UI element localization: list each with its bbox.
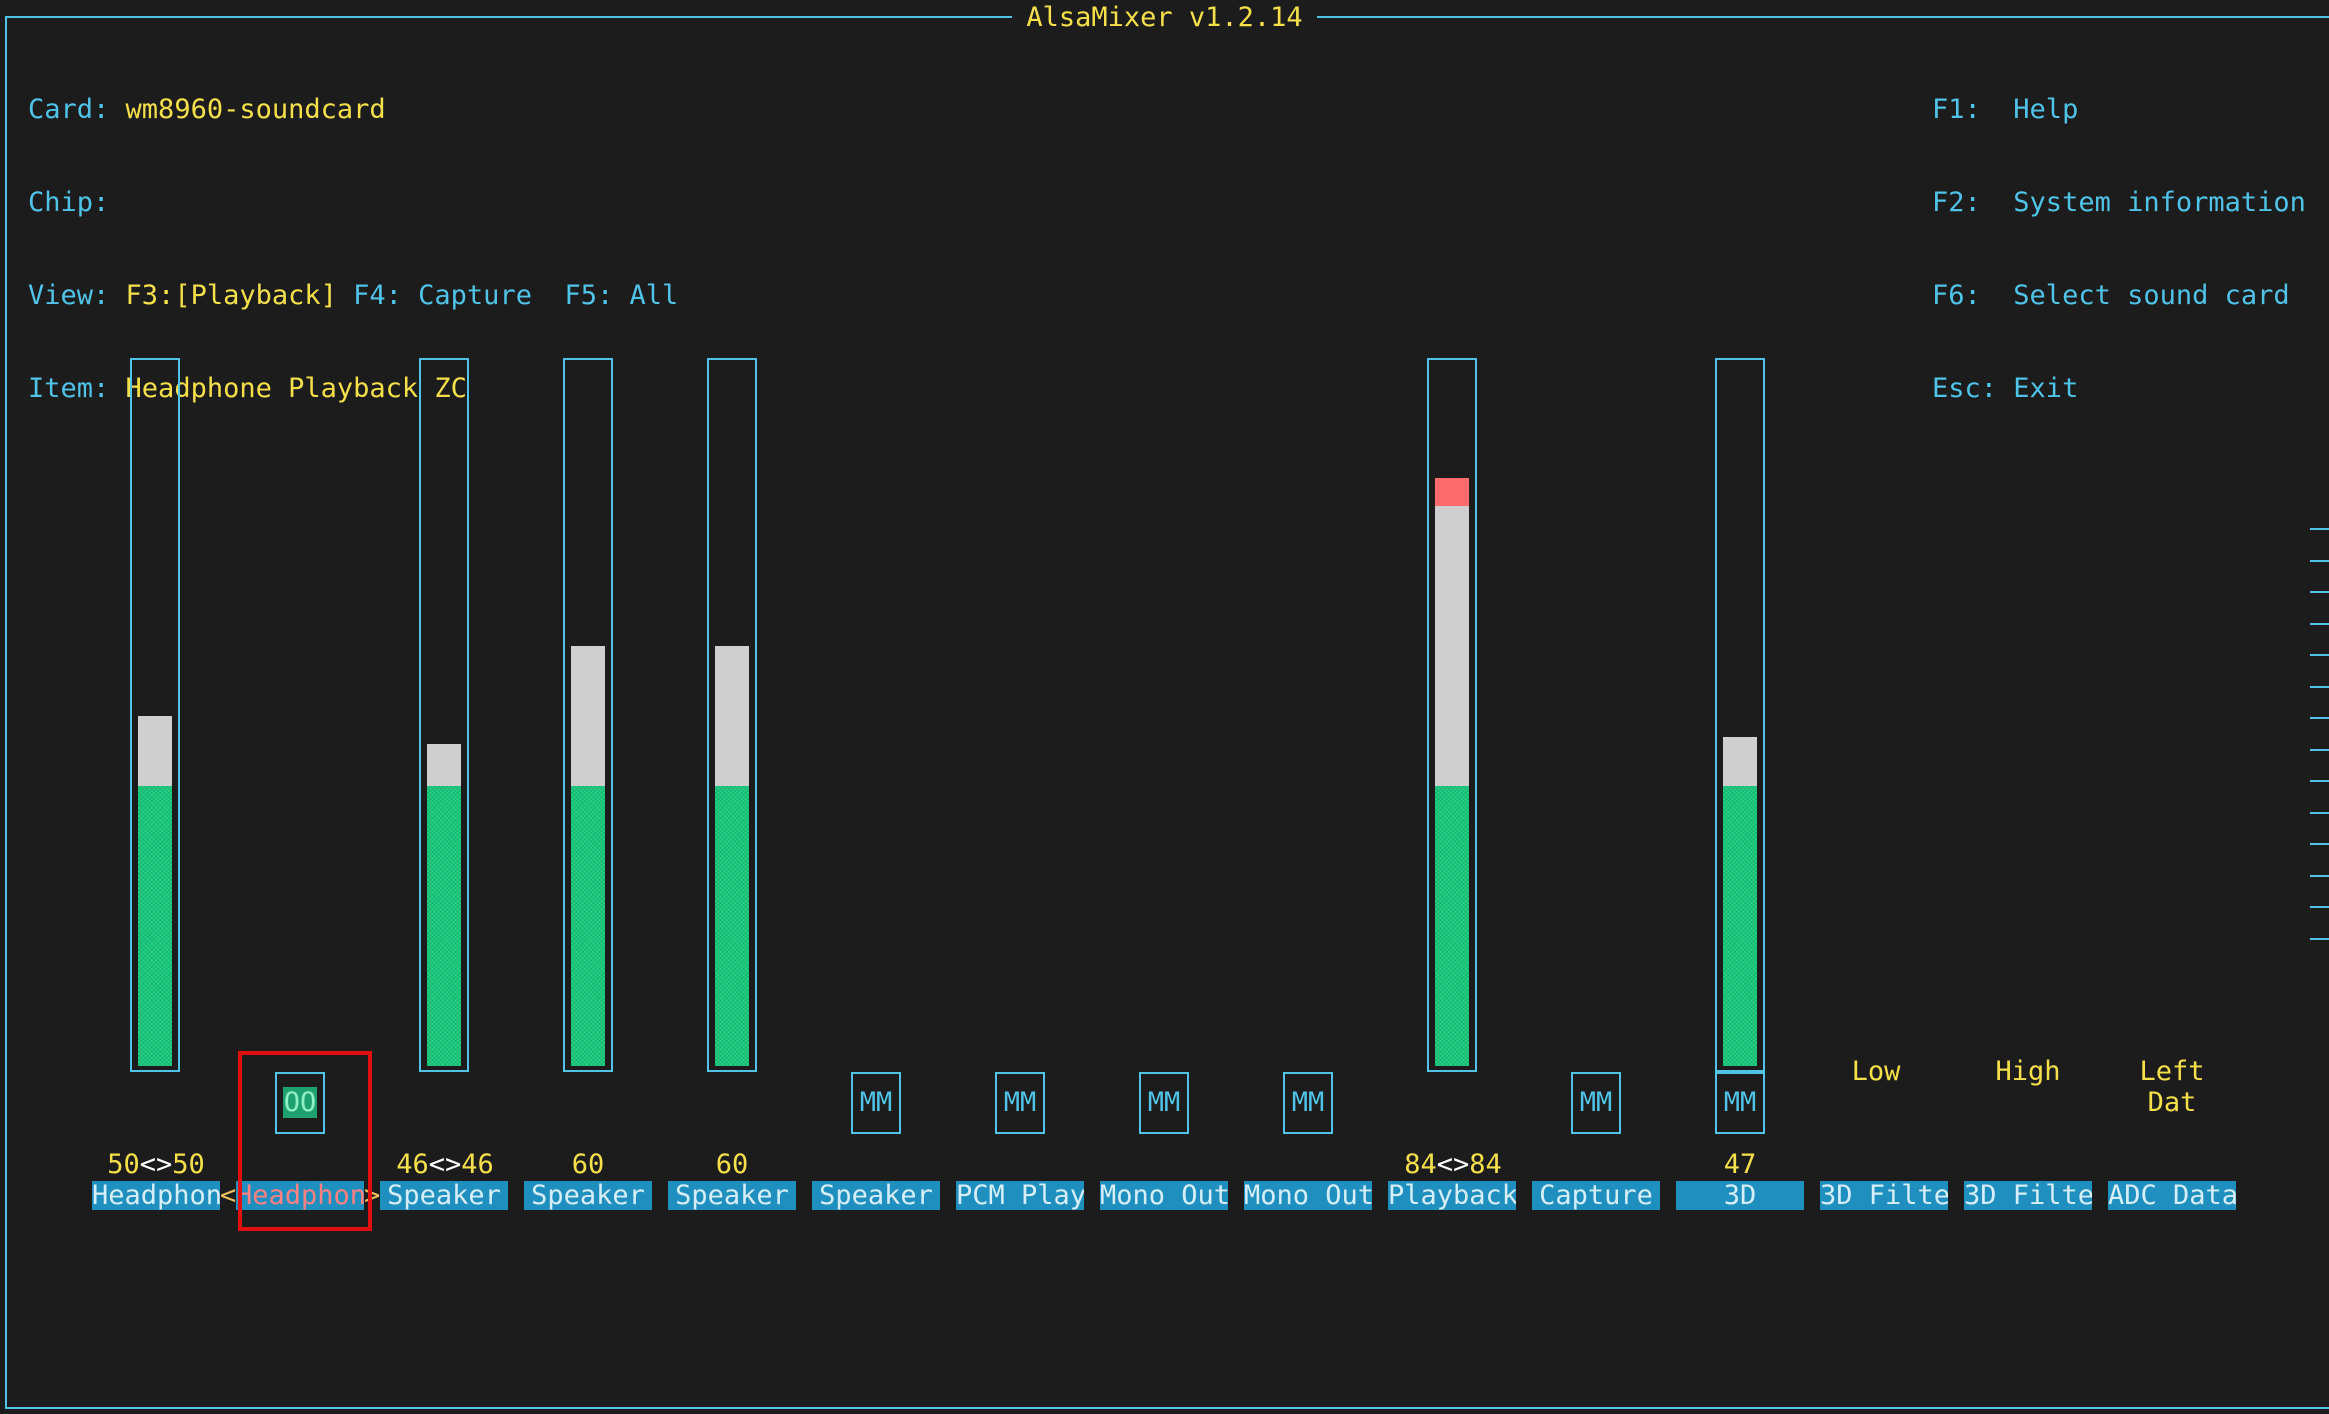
- control-label-headphone[interactable]: Headphon: [92, 1181, 220, 1210]
- selection-left-arrow: <: [220, 1180, 237, 1211]
- control-label-speaker[interactable]: Speaker: [380, 1181, 508, 1210]
- control-label-mono-out-1[interactable]: Mono Out: [1100, 1181, 1228, 1210]
- level-fill-mid: [138, 716, 172, 786]
- control-label-pcm-playback[interactable]: PCM Play: [956, 1181, 1084, 1210]
- volume-bar-playback[interactable]: [1427, 358, 1477, 1072]
- level-fill-low: [138, 786, 172, 1066]
- card-label: Card:: [28, 94, 110, 125]
- enum-value-adc-data: Left Dat: [2139, 1056, 2205, 1118]
- switch-mono-out-2[interactable]: MM: [1283, 1072, 1333, 1134]
- volume-bar-3d[interactable]: [1715, 358, 1765, 1072]
- control-label-speaker-switch[interactable]: Speaker: [812, 1181, 940, 1210]
- level-fill-low: [571, 786, 605, 1066]
- key-help-esc[interactable]: Esc: Exit: [1932, 373, 2306, 404]
- scroll-tick: [2310, 843, 2329, 845]
- level-fill-mid: [1723, 737, 1757, 786]
- switch-pcm-playback[interactable]: MM: [995, 1072, 1045, 1134]
- enum-value-3d-filter-low: Low: [1851, 1056, 1901, 1087]
- window-title: AlsaMixer v1.2.14: [0, 2, 2329, 33]
- view-label: View:: [28, 280, 110, 311]
- control-label-mono-out-2[interactable]: Mono Out: [1244, 1181, 1372, 1210]
- card-value: wm8960-soundcard: [125, 94, 386, 125]
- volume-value-3d: 47: [1723, 1149, 1757, 1180]
- level-fill-low: [427, 786, 461, 1066]
- view-all[interactable]: F5: All: [564, 280, 678, 311]
- level-fill-low: [1723, 786, 1757, 1066]
- scroll-tick: [2310, 717, 2329, 719]
- scroll-tick: [2310, 591, 2329, 593]
- scroll-tick: [2310, 906, 2329, 908]
- level-fill-mid: [427, 744, 461, 786]
- volume-bar-speaker-dc[interactable]: [707, 358, 757, 1072]
- control-label-3d-filter-low[interactable]: 3D Filte: [1820, 1181, 1948, 1210]
- scroll-tick: [2310, 748, 2329, 751]
- control-label-3d-filter-high[interactable]: 3D Filte: [1964, 1181, 2092, 1210]
- view-playback[interactable]: F3:[Playback]: [126, 280, 337, 311]
- volume-bar-headphone[interactable]: [130, 358, 180, 1072]
- scroll-tick: [2310, 780, 2329, 782]
- level-fill-high: [1435, 478, 1469, 506]
- level-fill-mid: [571, 646, 605, 786]
- level-fill-low: [715, 786, 749, 1066]
- volume-value-speaker: 46<>46: [396, 1149, 494, 1180]
- scroll-tick: [2310, 622, 2329, 625]
- scroll-tick: [2310, 685, 2329, 688]
- volume-value-headphone: 50<>50: [107, 1149, 205, 1180]
- switch-mono-out-1[interactable]: MM: [1139, 1072, 1189, 1134]
- switch-capture[interactable]: MM: [1571, 1072, 1621, 1134]
- key-help-f1[interactable]: F1: Help: [1932, 94, 2306, 125]
- volume-value-playback: 84<>84: [1404, 1149, 1502, 1180]
- scroll-tick: [2310, 559, 2329, 562]
- key-help-f6[interactable]: F6: Select sound card: [1932, 280, 2306, 311]
- control-label-speaker-ac[interactable]: Speaker: [524, 1181, 652, 1210]
- switch-speaker[interactable]: MM: [851, 1072, 901, 1134]
- volume-value-speaker-dc: 60: [715, 1149, 749, 1180]
- enum-value-3d-filter-high: High: [1995, 1056, 2061, 1087]
- scroll-tick: [2310, 811, 2329, 814]
- control-label-playback[interactable]: Playback: [1388, 1181, 1516, 1210]
- control-label-3d[interactable]: 3D: [1676, 1181, 1804, 1210]
- key-help: F1: Help F2: System information F6: Sele…: [1932, 32, 2306, 435]
- scroll-tick: [2310, 874, 2329, 877]
- control-label-capture[interactable]: Capture: [1532, 1181, 1660, 1210]
- chip-label: Chip:: [28, 187, 110, 218]
- control-label-adc-data[interactable]: ADC Data: [2108, 1181, 2236, 1210]
- item-label: Item:: [28, 373, 110, 404]
- selection-highlight: [238, 1051, 372, 1231]
- level-fill-mid: [1435, 506, 1469, 786]
- volume-bar-speaker[interactable]: [419, 358, 469, 1072]
- scroll-tick: [2310, 654, 2329, 656]
- level-fill-low: [1435, 786, 1469, 1066]
- control-label-speaker-dc[interactable]: Speaker: [668, 1181, 796, 1210]
- scroll-tick: [2310, 528, 2329, 530]
- volume-value-speaker-ac: 60: [571, 1149, 605, 1180]
- scroll-tick: [2310, 937, 2329, 940]
- view-capture[interactable]: F4: Capture: [353, 280, 532, 311]
- switch-3d[interactable]: MM: [1715, 1072, 1765, 1134]
- key-help-f2[interactable]: F2: System information: [1932, 187, 2306, 218]
- volume-bar-speaker-ac[interactable]: [563, 358, 613, 1072]
- level-fill-mid: [715, 646, 749, 786]
